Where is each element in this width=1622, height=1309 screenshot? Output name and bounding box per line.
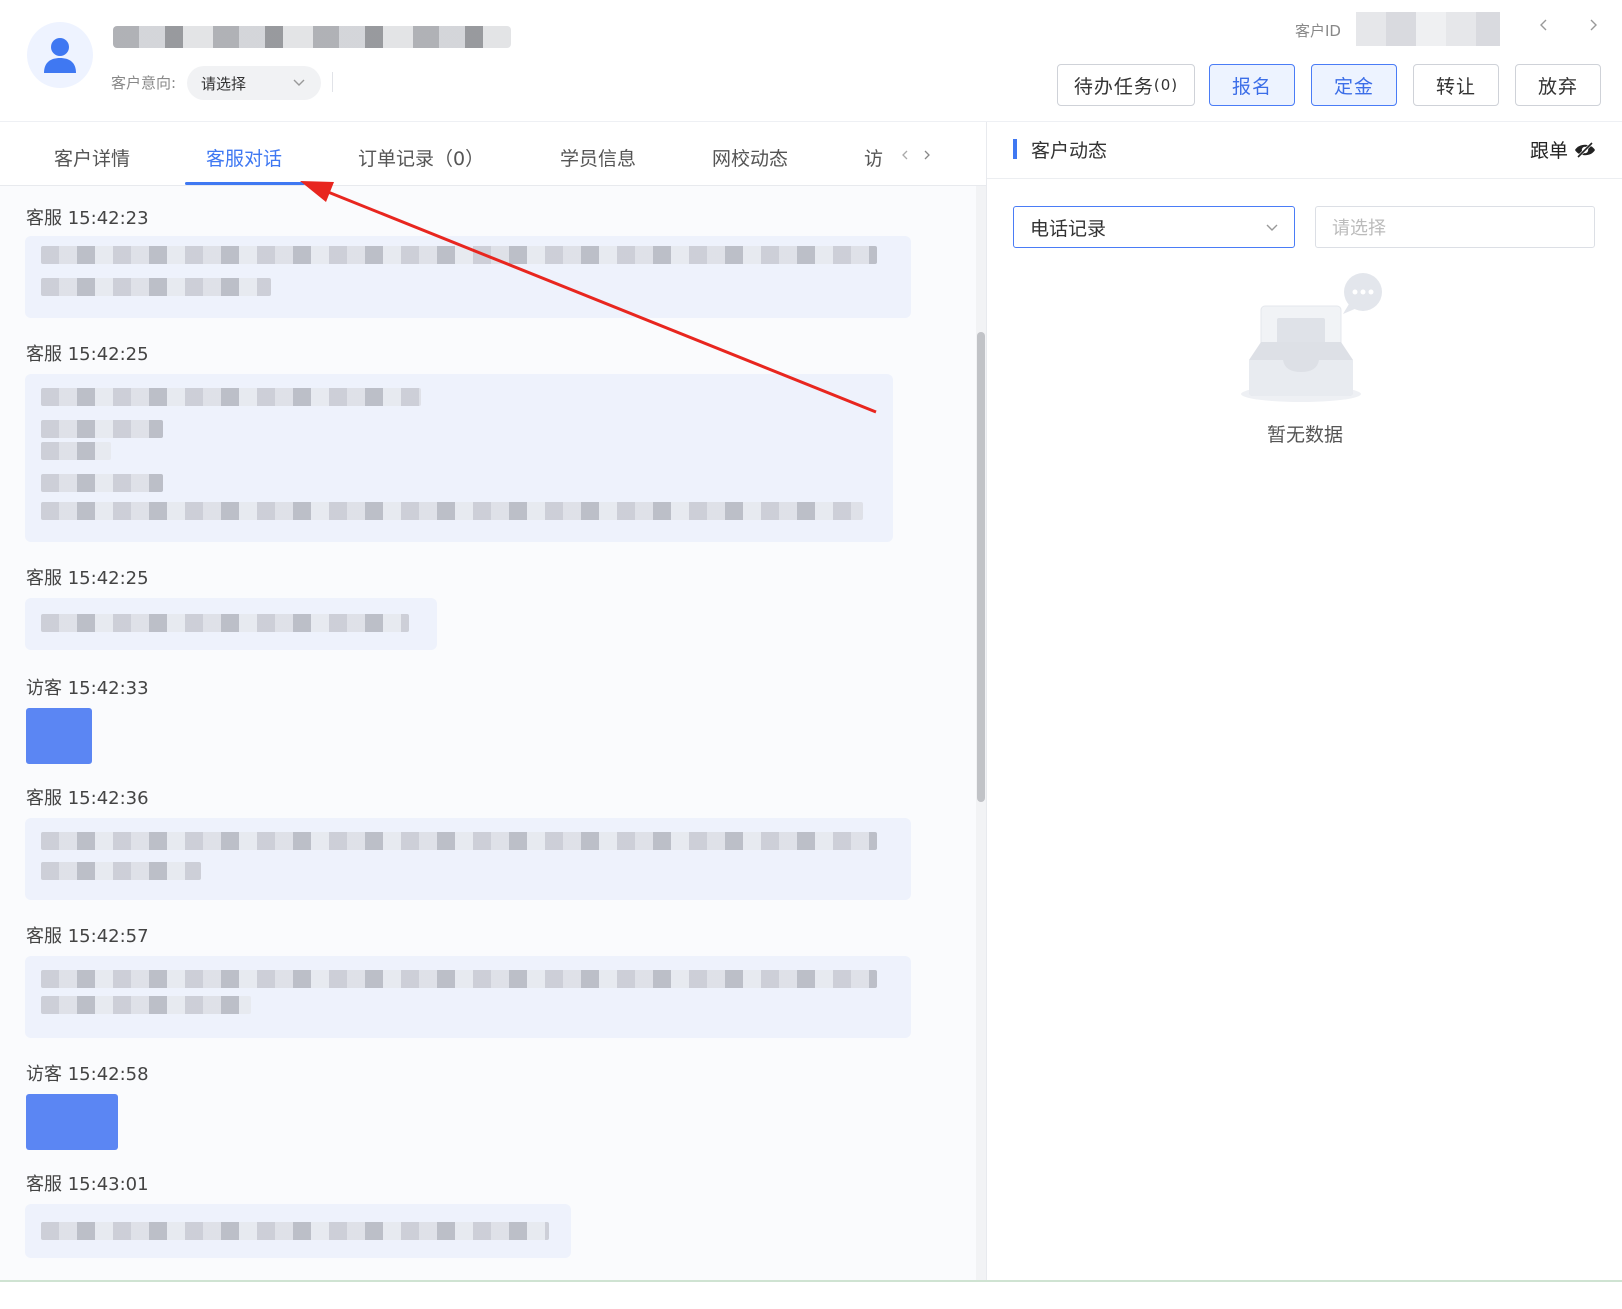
message-bubble [25,956,911,1038]
tab-bar: 客户详情 客服对话 订单记录（0） 学员信息 网校动态 访 [0,122,986,186]
activity-filter-input[interactable]: 请选择 [1315,206,1595,248]
todo-task-label: 待办任务 [1073,75,1154,98]
intent-select[interactable]: 请选择 [187,66,321,100]
user-icon [44,38,76,73]
customer-id-redacted [1356,12,1500,46]
message-bubble [25,818,911,900]
title-accent-bar [1013,139,1017,159]
next-customer-button[interactable] [1582,14,1604,36]
chat-scrollbar-thumb[interactable] [977,332,985,802]
chevron-left-icon [1540,19,1547,31]
left-panel: 客户详情 客服对话 订单记录（0） 学员信息 网校动态 访 客服 15:42:2… [0,122,986,1280]
message-bubble [25,1204,571,1258]
transfer-button[interactable]: 转让 [1413,64,1499,106]
message-bubble [25,598,437,650]
visitor-message-bubble [26,1094,118,1150]
activity-type-select[interactable]: 电话记录 [1013,206,1295,248]
tab-scroll-right-button[interactable] [918,146,936,164]
eye-off-icon [1575,141,1595,158]
right-panel: 客户动态 跟单 电话记录 请选择 暂无数据 [986,122,1622,1280]
empty-state-text: 暂无数据 [1266,424,1343,446]
message-header: 客服 15:42:36 [26,788,149,809]
follow-label: 跟单 [1529,140,1568,162]
message-header: 客服 15:43:01 [26,1174,149,1195]
tab-customer-details[interactable]: 客户详情 [54,144,130,171]
message-header: 客服 15:42:23 [26,208,149,229]
message-header: 客服 15:42:25 [26,568,149,589]
window-bottom-edge [0,1280,1622,1309]
customer-header: 客户意向: 请选择 客户ID 待办任务 (0) 报名 定金 转让 放弃 [0,0,1622,122]
message-header: 客服 15:42:25 [26,344,149,365]
visitor-message-bubble [26,708,92,764]
chat-messages[interactable]: 客服 15:42:23 客服 15:42:25 客服 15:42:25 访客 1… [0,186,976,1280]
todo-task-button[interactable]: 待办任务 (0) [1057,64,1195,106]
intent-select-value: 请选择 [201,74,247,93]
message-header: 客服 15:42:57 [26,926,149,947]
tab-service-chat[interactable]: 客服对话 [206,144,282,171]
customer-name-redacted [113,26,511,48]
divider [332,72,333,92]
tab-visit[interactable]: 访 [864,144,883,171]
active-tab-indicator [185,182,305,185]
signup-button[interactable]: 报名 [1209,64,1295,106]
chevron-right-icon [1590,19,1597,31]
prev-customer-button[interactable] [1533,14,1555,36]
message-header: 访客 15:42:33 [26,678,149,699]
tab-scroll-left-button[interactable] [896,146,914,164]
avatar [27,22,93,88]
intent-label: 客户意向: [111,74,177,92]
message-bubble [25,236,911,318]
chevron-right-icon [924,150,930,160]
tab-order-records[interactable]: 订单记录（0） [358,144,484,171]
message-header: 访客 15:42:58 [26,1064,149,1085]
chevron-down-icon [1266,224,1278,231]
customer-id-label: 客户ID [1295,22,1341,40]
todo-task-count: (0) [1153,76,1179,94]
message-bubble [25,374,893,542]
customer-activity-title: 客户动态 [1031,140,1108,162]
abandon-button[interactable]: 放弃 [1515,64,1601,106]
activity-type-value: 电话记录 [1030,217,1107,240]
deposit-button[interactable]: 定金 [1311,64,1397,106]
tab-school-activity[interactable]: 网校动态 [712,144,788,171]
chevron-down-icon [293,79,305,86]
divider [987,178,1622,179]
empty-inbox-icon [1241,273,1382,402]
follow-toggle[interactable]: 跟单 [1530,136,1596,163]
tab-student-info[interactable]: 学员信息 [560,144,636,171]
chevron-left-icon [902,150,908,160]
